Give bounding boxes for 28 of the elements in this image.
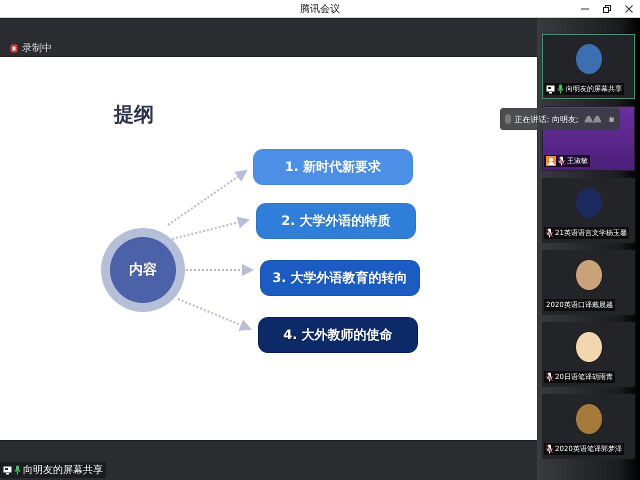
window-title: 腾讯会议: [300, 2, 340, 16]
screen-share-icon: [3, 466, 12, 474]
recording-icon: [10, 44, 18, 52]
outline-item: 2. 大学外语的特质: [256, 203, 416, 239]
recording-label: 录制中: [22, 42, 52, 55]
microphone-icon: [546, 228, 553, 238]
close-icon[interactable]: [624, 4, 634, 14]
avatar-circle: [576, 260, 602, 290]
screen-share-icon: [546, 84, 555, 94]
avatar-circle: [576, 332, 602, 362]
microphone-icon: [546, 444, 553, 454]
restore-icon[interactable]: [602, 4, 612, 14]
avatar-circle: [576, 188, 602, 218]
center-label: 内容: [129, 261, 157, 279]
microphone-icon: [558, 156, 565, 166]
person-icon: [546, 156, 556, 166]
outline-item: 3. 大学外语教育的转向: [260, 260, 420, 296]
slide-title: 提纲: [114, 101, 154, 128]
outline-item: 1. 新时代新要求: [253, 149, 413, 185]
avatar-circle: [576, 404, 602, 434]
wave-icon: [582, 113, 604, 125]
avatar-circle: [576, 44, 602, 74]
outline-item: 4. 大外教师的使命: [258, 317, 418, 353]
share-label: 向明友的屏幕共享: [23, 464, 103, 477]
microphone-icon: [14, 465, 21, 475]
microphone-icon: [557, 84, 564, 94]
microphone-icon: [546, 372, 553, 382]
dotted-arrow: [186, 264, 254, 276]
